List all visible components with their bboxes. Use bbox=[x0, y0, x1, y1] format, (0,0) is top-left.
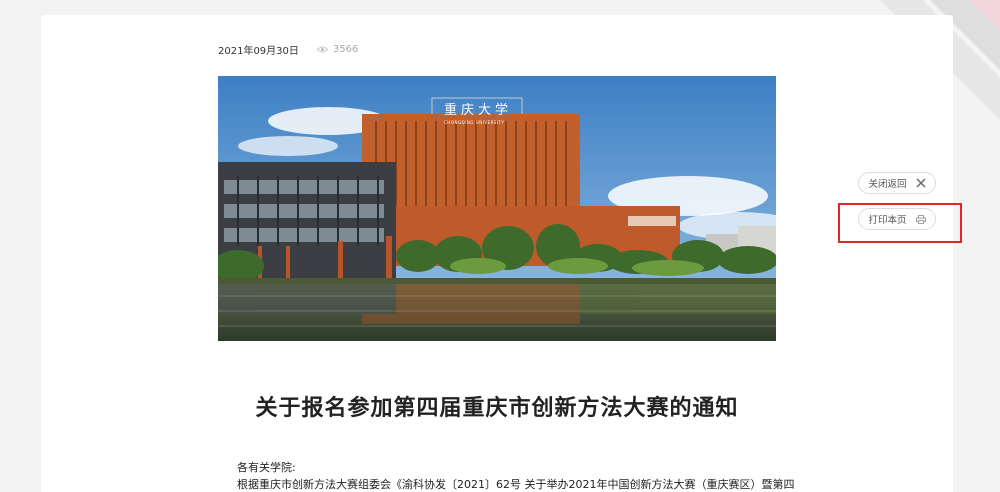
page: 2021年09月30日 3566 重庆大学 CHONGQING UNIVERSI… bbox=[0, 0, 1000, 492]
publish-date: 2021年09月30日 bbox=[218, 46, 299, 57]
print-highlight-box bbox=[838, 203, 962, 243]
body-line: 根据重庆市创新方法大赛组委会《渝科协发〔2021〕62号 关于举办2021年中国… bbox=[237, 478, 795, 491]
article-title: 关于报名参加第四届重庆市创新方法大赛的通知 bbox=[255, 396, 739, 421]
view-count-value: 3566 bbox=[332, 44, 359, 55]
hero-sign-text: 重庆大学 bbox=[444, 103, 513, 118]
close-icon bbox=[916, 178, 926, 188]
close-return-label: 关闭返回 bbox=[868, 179, 907, 190]
close-return-button[interactable]: 关闭返回 bbox=[858, 172, 936, 194]
hero-sign-subtext: CHONGQING UNIVERSITY bbox=[444, 120, 505, 125]
view-count: 3566 bbox=[316, 44, 359, 55]
hero-image: 重庆大学 CHONGQING UNIVERSITY bbox=[218, 76, 776, 341]
body-line: 各有关学院: bbox=[237, 461, 296, 474]
eye-icon bbox=[316, 46, 328, 53]
article-meta: 2021年09月30日 3566 bbox=[218, 42, 358, 57]
article-body: 各有关学院: 根据重庆市创新方法大赛组委会《渝科协发〔2021〕62号 关于举办… bbox=[237, 459, 797, 492]
